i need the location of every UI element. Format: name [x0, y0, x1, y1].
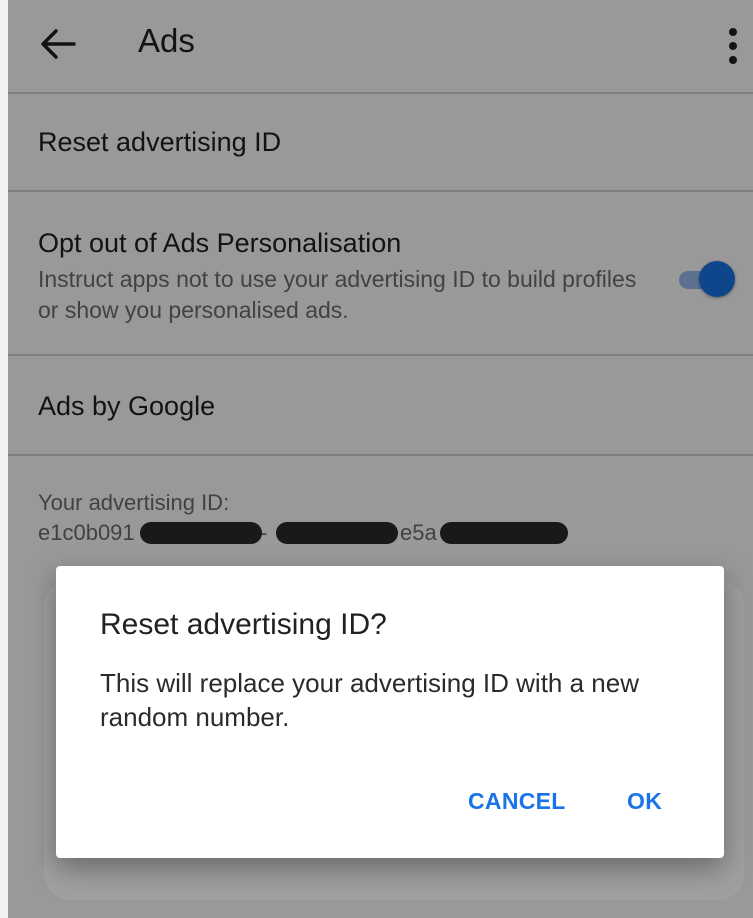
dialog-title: Reset advertising ID? [100, 608, 387, 641]
dialog-message: This will replace your advertising ID wi… [100, 668, 639, 732]
ok-button[interactable]: OK [627, 788, 662, 815]
screen-edge [0, 0, 8, 918]
cancel-button[interactable]: CANCEL [468, 788, 566, 815]
reset-id-dialog: Reset advertising ID? This will replace … [56, 566, 724, 858]
